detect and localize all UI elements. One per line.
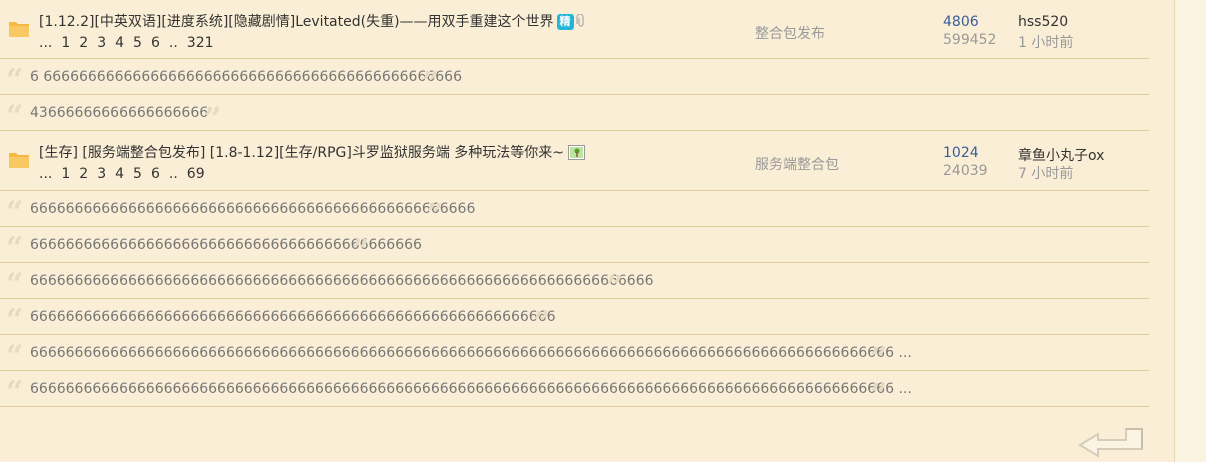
reply-text: 6666666666666666666666666666666666666666… [30,381,912,397]
view-count: 599452 [943,32,997,48]
page-link[interactable]: 4 [115,35,124,51]
quote-open-icon: “ [6,195,24,230]
page-ellipsis: .. [168,166,178,182]
reply-text: 6666666666666666666666666666666666666666… [30,201,476,217]
reply-text: 6666666666666666666666666666666666666666… [30,345,912,361]
quote-open-icon: “ [6,99,24,134]
reply-preview[interactable]: “ 66666666666666666666666666666666666666… [0,191,1149,231]
thread-title-link[interactable]: [生存] [服务端整合包发布] [1.8-1.12][生存/RPG]斗罗监狱服务… [39,145,564,161]
reply-preview[interactable]: “ 66666666666666666666666666666666666666… [0,263,1149,303]
return-arrow-icon[interactable] [1078,425,1146,462]
reply-count: 1024 [943,145,979,161]
reply-text: 6 66666666666666666666666666666666666666… [30,69,462,85]
page-link[interactable]: 3 [97,166,106,182]
reply-count: 4806 [943,14,979,30]
reply-text: 6666666666666666666666666666666666666666… [30,273,654,289]
digest-badge: 精 [556,14,574,30]
last-post-time[interactable]: 7 小时前 [1018,163,1073,183]
page-links: ... 1 2 3 4 5 6.. 69 [39,166,214,182]
view-count: 24039 [943,163,988,179]
thread-row: [生存] [服务端整合包发布] [1.8-1.12][生存/RPG]斗罗监狱服务… [0,131,1149,191]
thread-title-link[interactable]: [1.12.2][中英双语][进度系统][隐藏剧情]Levitated(失重)—… [39,14,554,30]
quote-open-icon: “ [6,231,24,266]
page-link[interactable]: 6 [151,35,160,51]
quote-open-icon: “ [6,375,24,410]
thread-title: [1.12.2][中英双语][进度系统][隐藏剧情]Levitated(失重)—… [39,11,586,31]
folder-icon [9,22,29,37]
page-link[interactable]: 1 [61,35,70,51]
page-link[interactable]: 4 [115,166,124,182]
quote-close-icon: ” [870,378,888,413]
page-link[interactable]: 1 [61,166,70,182]
reply-preview[interactable]: “ 43666666666666666666 ” [0,95,1149,135]
reply-preview[interactable]: “ 6 666666666666666666666666666666666666… [0,59,1149,99]
page-link[interactable]: 3 [97,35,106,51]
quote-open-icon: “ [6,63,24,98]
page-link[interactable]: 5 [133,35,142,51]
reply-preview[interactable]: “ 66666666666666666666666666666666666666… [0,335,1149,375]
reply-text: 43666666666666666666 [30,105,209,121]
thread-category[interactable]: 服务端整合包 [755,154,839,174]
right-sidebar-strip [1174,0,1206,462]
page-link[interactable]: 6 [151,166,160,182]
reply-preview[interactable]: “ 66666666666666666666666666666666666666… [0,371,1149,411]
thread-category[interactable]: 整合包发布 [755,23,825,43]
page-link[interactable]: 2 [79,35,88,51]
quote-open-icon: “ [6,339,24,374]
folder-icon [9,153,29,168]
page-ellipsis: ... [39,166,53,182]
reply-preview[interactable]: “ 66666666666666666666666666666666666666… [0,227,1149,267]
page-ellipsis: .. [168,35,178,51]
last-post-user[interactable]: hss520 [1018,14,1068,30]
reply-preview[interactable]: “ 66666666666666666666666666666666666666… [0,299,1149,339]
last-post-time[interactable]: 1 小时前 [1018,32,1073,52]
thread-list: [1.12.2][中英双语][进度系统][隐藏剧情]Levitated(失重)—… [0,0,1149,411]
paperclip-icon [575,14,584,27]
page-link-last[interactable]: 321 [187,35,214,51]
quote-open-icon: “ [6,303,24,338]
page-link-last[interactable]: 69 [187,166,205,182]
page-links: ... 1 2 3 4 5 6.. 321 [39,35,223,51]
thread-title: [生存] [服务端整合包发布] [1.8-1.12][生存/RPG]斗罗监狱服务… [39,142,585,162]
reply-text: 6666666666666666666666666666666666666666… [30,309,556,325]
last-post-user[interactable]: 章鱼小丸子ox [1018,145,1104,165]
image-icon [568,145,585,160]
thread-row: [1.12.2][中英双语][进度系统][隐藏剧情]Levitated(失重)—… [0,0,1149,59]
quote-open-icon: “ [6,267,24,302]
page-link[interactable]: 2 [79,166,88,182]
page-ellipsis: ... [39,35,53,51]
page-link[interactable]: 5 [133,166,142,182]
